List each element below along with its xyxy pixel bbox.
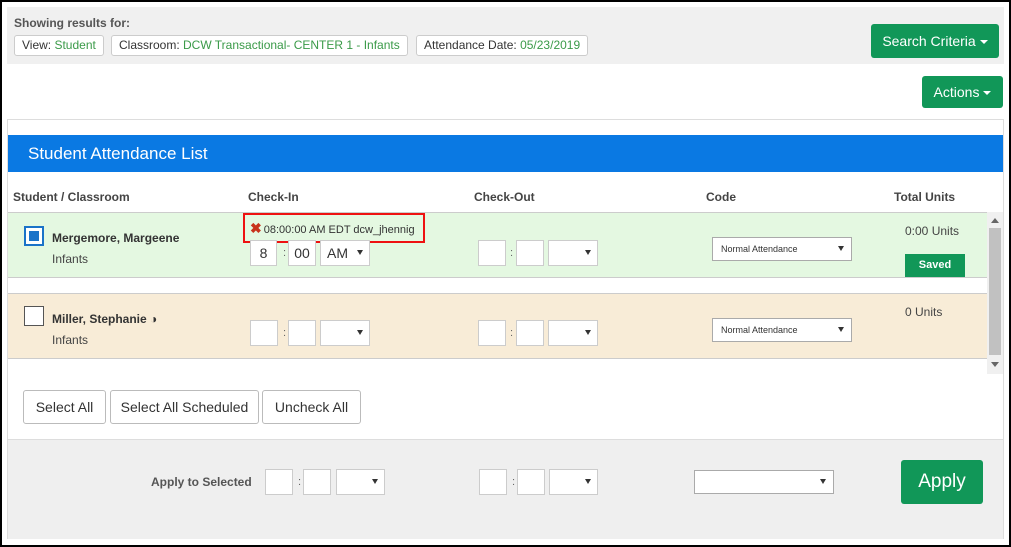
chevron-down-icon xyxy=(585,250,591,255)
checkout-hour-input[interactable] xyxy=(478,320,506,346)
checkin-minute-input[interactable] xyxy=(288,320,316,346)
classroom-chip: Classroom: DCW Transactional- CENTER 1 -… xyxy=(111,35,408,56)
student-name-group: Miller, Stephanie ◑ xyxy=(52,312,157,326)
attendance-code-select[interactable]: Normal Attendance xyxy=(712,237,852,261)
time-separator: : xyxy=(283,327,287,339)
row-checkbox[interactable] xyxy=(24,226,44,246)
time-separator: : xyxy=(298,476,302,488)
apply-checkout-minute-input[interactable] xyxy=(517,469,545,495)
col-header-checkout: Check-Out xyxy=(474,190,535,204)
apply-checkin-hour-input[interactable] xyxy=(265,469,293,495)
showing-results-heading: Showing results for: xyxy=(14,16,131,30)
col-header-total-units: Total Units xyxy=(894,190,956,204)
select-all-scheduled-button[interactable]: Select All Scheduled xyxy=(110,390,259,424)
student-classroom: Infants xyxy=(52,252,89,266)
apply-checkout-ampm-select[interactable] xyxy=(549,469,598,495)
panel-title: Student Attendance List xyxy=(8,135,1003,172)
attendance-code-value: Normal Attendance xyxy=(721,244,798,254)
checkin-ampm-select[interactable] xyxy=(320,320,370,346)
chevron-down-icon xyxy=(838,246,844,251)
caret-down-icon xyxy=(979,40,988,45)
search-criteria-button[interactable]: Search Criteria xyxy=(871,24,999,58)
chevron-down-icon xyxy=(585,330,591,335)
date-chip-value: 05/23/2019 xyxy=(520,38,581,52)
actions-label: Actions xyxy=(933,84,980,100)
student-name: Mergemore, Margeene xyxy=(52,231,180,245)
student-name: Miller, Stephanie xyxy=(52,312,147,326)
apply-to-selected-label: Apply to Selected xyxy=(151,475,252,489)
checkin-ampm-select[interactable]: AM xyxy=(320,240,370,266)
half-circle-icon: ◑ xyxy=(150,312,158,326)
actions-button[interactable]: Actions xyxy=(922,76,1003,108)
search-criteria-label: Search Criteria xyxy=(882,33,976,49)
select-all-button[interactable]: Select All xyxy=(23,390,106,424)
checkout-ampm-select[interactable] xyxy=(548,320,598,346)
view-chip-label: View: xyxy=(22,38,55,52)
uncheck-all-button[interactable]: Uncheck All xyxy=(262,390,361,424)
saved-badge: Saved xyxy=(905,254,965,277)
row-checkbox[interactable] xyxy=(24,306,44,326)
checkout-minute-input[interactable] xyxy=(516,320,544,346)
attendance-code-select[interactable]: Normal Attendance xyxy=(712,318,852,342)
chevron-down-icon xyxy=(372,479,378,484)
view-chip: View: Student xyxy=(14,35,104,56)
checkin-hour-input[interactable] xyxy=(250,320,278,346)
time-separator: : xyxy=(510,247,514,259)
delete-icon[interactable]: ✖ xyxy=(250,220,262,236)
apply-checkout-hour-input[interactable] xyxy=(479,469,507,495)
chevron-down-icon xyxy=(585,479,591,484)
scrollbar-thumb[interactable] xyxy=(989,228,1001,355)
chevron-down-icon xyxy=(357,250,363,255)
chevron-down-icon xyxy=(357,330,363,335)
col-header-checkin: Check-In xyxy=(248,190,299,204)
checkin-audit-text: 08:00:00 AM EDT dcw_jhennig xyxy=(263,224,415,236)
total-units: 0 Units xyxy=(905,305,943,319)
classroom-chip-label: Classroom: xyxy=(119,38,184,52)
checkout-ampm-select[interactable] xyxy=(548,240,598,266)
date-chip-label: Attendance Date: xyxy=(424,38,521,52)
student-classroom: Infants xyxy=(52,333,89,347)
attendance-code-value: Normal Attendance xyxy=(721,325,798,335)
apply-checkin-ampm-select[interactable] xyxy=(336,469,385,495)
apply-code-select[interactable] xyxy=(694,470,834,494)
col-header-code: Code xyxy=(706,190,736,204)
chevron-down-icon xyxy=(838,327,844,332)
time-separator: : xyxy=(510,327,514,339)
view-chip-value: Student xyxy=(54,38,96,52)
scroll-up-arrow-icon[interactable] xyxy=(991,218,999,223)
checkout-minute-input[interactable] xyxy=(516,240,544,266)
classroom-chip-value: DCW Transactional- CENTER 1 - Infants xyxy=(183,38,400,52)
chevron-down-icon xyxy=(820,479,826,484)
checkin-audit-highlight: ✖ 08:00:00 AM EDT dcw_jhennig xyxy=(243,213,425,243)
time-separator: : xyxy=(512,476,516,488)
caret-down-icon xyxy=(983,91,992,96)
checkout-hour-input[interactable] xyxy=(478,240,506,266)
checkin-hour-input[interactable]: 8 xyxy=(250,240,277,266)
apply-checkin-minute-input[interactable] xyxy=(303,469,331,495)
time-separator: : xyxy=(283,247,287,259)
checkin-minute-input[interactable]: 00 xyxy=(288,240,316,266)
col-header-student: Student / Classroom xyxy=(13,190,130,204)
apply-button[interactable]: Apply xyxy=(901,460,983,504)
checkin-ampm-value: AM xyxy=(327,245,348,261)
total-units: 0:00 Units xyxy=(905,224,960,238)
scroll-down-arrow-icon[interactable] xyxy=(991,362,999,367)
date-chip: Attendance Date: 05/23/2019 xyxy=(416,35,589,56)
